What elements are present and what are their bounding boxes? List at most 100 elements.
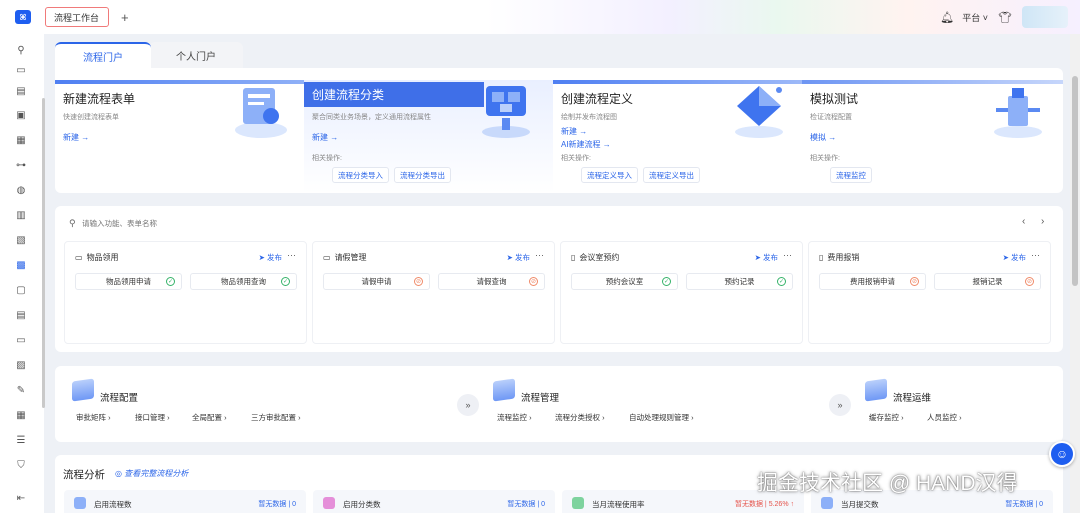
bell-icon[interactable]: 🔔︎ <box>940 11 954 24</box>
process-item[interactable]: 请假查询 ⊘ <box>438 273 545 290</box>
brand-logo-icon[interactable]: ⌘ <box>15 10 31 24</box>
next-arrow-icon[interactable]: › <box>1041 216 1044 227</box>
new-link[interactable]: 新建 → <box>312 132 338 143</box>
process-item[interactable]: 请假申请 ⊘ <box>323 273 430 290</box>
card-simulation-test: 模拟测试 检证流程配置 模拟 → 相关操作: 流程监控 <box>802 80 1063 193</box>
search-input[interactable] <box>82 219 262 228</box>
tab-process-workbench[interactable]: 流程工作台 <box>45 7 109 27</box>
process-item[interactable]: 物品领用申请 ✓ <box>75 273 182 290</box>
process-item[interactable]: 报销记录 ⊘ <box>934 273 1041 290</box>
process-item[interactable]: 费用报销申请 ⊘ <box>819 273 926 290</box>
process-item[interactable]: 预约记录 ✓ <box>686 273 793 290</box>
usage-rate-icon <box>572 497 584 509</box>
stat-value: 暂无数据 | 5.26% ↑ <box>734 501 794 508</box>
card-new-category: 创建流程分类 聚合同类业务场景，定义通用流程属性 新建 → 相关操作: 流程分类… <box>304 80 553 193</box>
report-icon[interactable]: ▥ <box>15 210 27 221</box>
document-icon[interactable]: ▣ <box>15 110 27 121</box>
table-icon[interactable]: ▦ <box>15 410 27 421</box>
platform-label: 平台 <box>962 12 981 23</box>
check-icon: ✓ <box>777 277 786 286</box>
more-icon[interactable]: ··· <box>287 250 296 260</box>
tab-process-portal[interactable]: 流程门户 <box>55 42 151 68</box>
auto-rule-management-link[interactable]: 自动处理规则管理 › <box>629 412 694 423</box>
publish-button[interactable]: ➤ 发布 <box>755 252 778 263</box>
monitor-icon[interactable]: ▭ <box>15 335 27 346</box>
stat-value: 暂无数据 | 0 <box>258 501 296 508</box>
avatar[interactable] <box>1022 6 1068 28</box>
submit-count-icon <box>821 497 833 509</box>
publish-button[interactable]: ➤ 发布 <box>259 252 282 263</box>
menu-icon[interactable]: ▭ <box>15 65 27 76</box>
interface-management-link[interactable]: 接口管理 › <box>135 412 170 423</box>
grid-icon[interactable]: ▦ <box>15 135 27 146</box>
more-icon[interactable]: ··· <box>1031 250 1040 260</box>
edit-icon[interactable]: ✎ <box>15 385 27 396</box>
simulate-link[interactable]: 模拟 → <box>810 132 836 143</box>
definition-export-button[interactable]: 流程定义导出 <box>643 167 700 183</box>
banner: 新建流程表单 快速创建流程表单 新建 → 创建流程分类 聚合同类业务场景，定义通… <box>55 68 1063 193</box>
full-analysis-label: 查看完整流程分析 <box>124 469 189 478</box>
third-party-approval-link[interactable]: 三方审批配置 › <box>251 412 301 423</box>
category-export-button[interactable]: 流程分类导出 <box>394 167 451 183</box>
process-monitor-button[interactable]: 流程监控 <box>830 167 872 183</box>
publish-button[interactable]: ➤ 发布 <box>507 252 530 263</box>
process-item[interactable]: 物品领用查询 ✓ <box>190 273 297 290</box>
stat-card: 启用分类数 暂无数据 | 0 <box>313 490 555 513</box>
double-chevron-right-icon[interactable]: » <box>829 394 851 416</box>
new-link[interactable]: 新建 → <box>561 126 587 137</box>
chevron-down-icon: ˅ <box>982 12 989 23</box>
workflow-icon[interactable]: ▩ <box>15 260 27 271</box>
config-group-title: 流程管理 <box>521 393 560 404</box>
process-monitor-link[interactable]: 流程监控 › <box>497 412 532 423</box>
image-icon[interactable]: ▨ <box>15 360 27 371</box>
new-link[interactable]: 新建 → <box>63 132 89 143</box>
process-item-label: 报销记录 <box>972 277 1003 286</box>
send-icon: ➤ <box>754 253 761 262</box>
prev-arrow-icon[interactable]: ‹ <box>1022 216 1025 227</box>
sidebar-scrollbar[interactable] <box>42 98 45 408</box>
analysis-icon: ◎ <box>115 469 122 478</box>
publish-button[interactable]: ➤ 发布 <box>1003 252 1026 263</box>
send-icon: ➤ <box>506 253 513 262</box>
portal-tabs: 个人门户 流程门户 <box>55 42 1063 68</box>
global-config-link[interactable]: 全局配置 › <box>192 412 227 423</box>
shirt-icon[interactable]: ⛉ <box>15 460 27 471</box>
personnel-monitor-link[interactable]: 人员监控 › <box>927 412 962 423</box>
search-icon[interactable]: ⚲ <box>15 45 27 56</box>
folder-icon[interactable]: ▢ <box>15 285 27 296</box>
card-new-form: 新建流程表单 快速创建流程表单 新建 → <box>55 80 304 193</box>
full-analysis-link[interactable]: ◎ 查看完整流程分析 <box>115 468 188 479</box>
globe-icon[interactable]: ◍ <box>15 185 27 196</box>
ai-new-process-link[interactable]: AI新建流程 → <box>561 139 611 150</box>
process-item[interactable]: 预约会议室 ✓ <box>571 273 678 290</box>
category-authorization-link[interactable]: 流程分类授权 › <box>555 412 605 423</box>
process-name: 请假管理 <box>334 253 367 262</box>
calendar-icon[interactable]: ▤ <box>15 310 27 321</box>
add-tab-button[interactable]: + <box>121 10 129 25</box>
help-chat-icon[interactable]: ☺ <box>1049 441 1075 467</box>
tab-personal-portal[interactable]: 个人门户 <box>149 42 243 68</box>
process-card-meeting-room: ▯ 会议室预约 ➤ 发布 ··· 预约会议室 ✓ 预约记录 ✓ <box>560 241 803 344</box>
double-chevron-right-icon[interactable]: » <box>457 394 479 416</box>
platform-selector[interactable]: 平台 ˅ <box>962 11 988 24</box>
definition-import-button[interactable]: 流程定义导入 <box>581 167 638 183</box>
form-icon[interactable]: ▤ <box>15 86 27 97</box>
stat-value: 暂无数据 | 0 <box>1005 501 1043 508</box>
page-scrollbar[interactable] <box>1070 34 1080 513</box>
settings-doc-icon[interactable]: ▧ <box>15 235 27 246</box>
layers-icon[interactable]: ☰ <box>15 435 27 446</box>
process-item-label: 物品领用查询 <box>221 277 266 286</box>
collapse-sidebar-icon[interactable]: ⇤ <box>15 493 27 504</box>
more-icon[interactable]: ··· <box>783 250 792 260</box>
org-tree-icon[interactable]: ⊶ <box>15 160 27 171</box>
related-label: 相关操作: <box>810 155 840 162</box>
more-icon[interactable]: ··· <box>535 250 544 260</box>
cache-monitor-link[interactable]: 缓存监控 › <box>869 412 904 423</box>
approval-matrix-link[interactable]: 审批矩阵 › <box>76 412 111 423</box>
scrollbar-thumb[interactable] <box>1072 76 1078 286</box>
theme-shirt-icon[interactable]: 👕︎ <box>998 11 1012 24</box>
stat-label: 启用流程数 <box>94 500 132 509</box>
stat-value: 暂无数据 | 0 <box>507 501 545 508</box>
category-import-button[interactable]: 流程分类导入 <box>332 167 389 183</box>
phone-icon: ▯ <box>571 253 576 262</box>
